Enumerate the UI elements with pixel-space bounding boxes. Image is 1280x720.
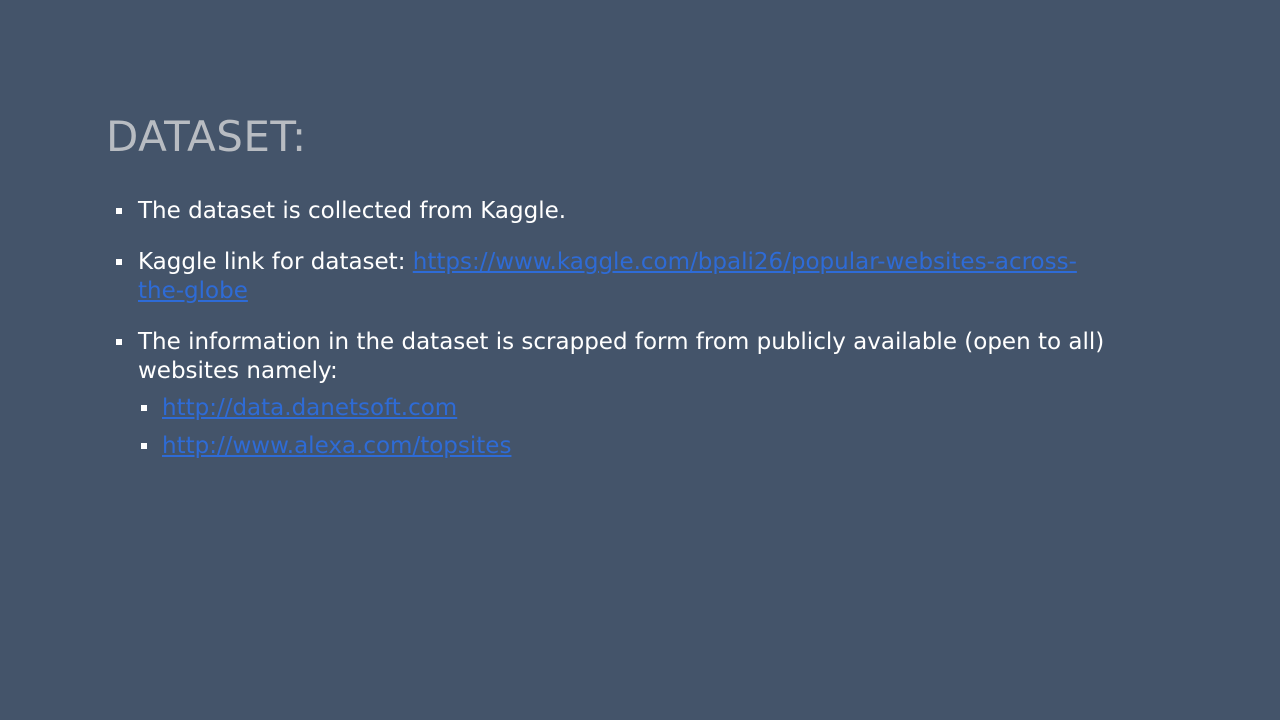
danetsoft-link[interactable]: http://data.danetsoft.com xyxy=(162,395,457,421)
slide-title: DATASET: xyxy=(106,112,307,161)
sub-bullet-item: http://www.alexa.com/topsites xyxy=(141,432,1118,461)
bullet-item-websites: The information in the dataset is scrapp… xyxy=(116,328,1118,461)
alexa-topsites-link[interactable]: http://www.alexa.com/topsites xyxy=(162,433,511,459)
bullet-text: The information in the dataset is scrapp… xyxy=(138,329,1105,384)
bullet-item-kaggle-link: Kaggle link for dataset: https://www.kag… xyxy=(116,248,1118,306)
sub-bullet-item: http://data.danetsoft.com xyxy=(141,394,1118,423)
slide: DATASET: The dataset is collected from K… xyxy=(0,0,1280,720)
bullet-text: Kaggle link for dataset: xyxy=(138,249,413,275)
sub-bullet-list: http://data.danetsoft.com http://www.ale… xyxy=(138,394,1118,461)
bullet-list: The dataset is collected from Kaggle. Ka… xyxy=(116,197,1118,483)
bullet-text: The dataset is collected from Kaggle. xyxy=(138,198,567,224)
bullet-item-source: The dataset is collected from Kaggle. xyxy=(116,197,1118,226)
